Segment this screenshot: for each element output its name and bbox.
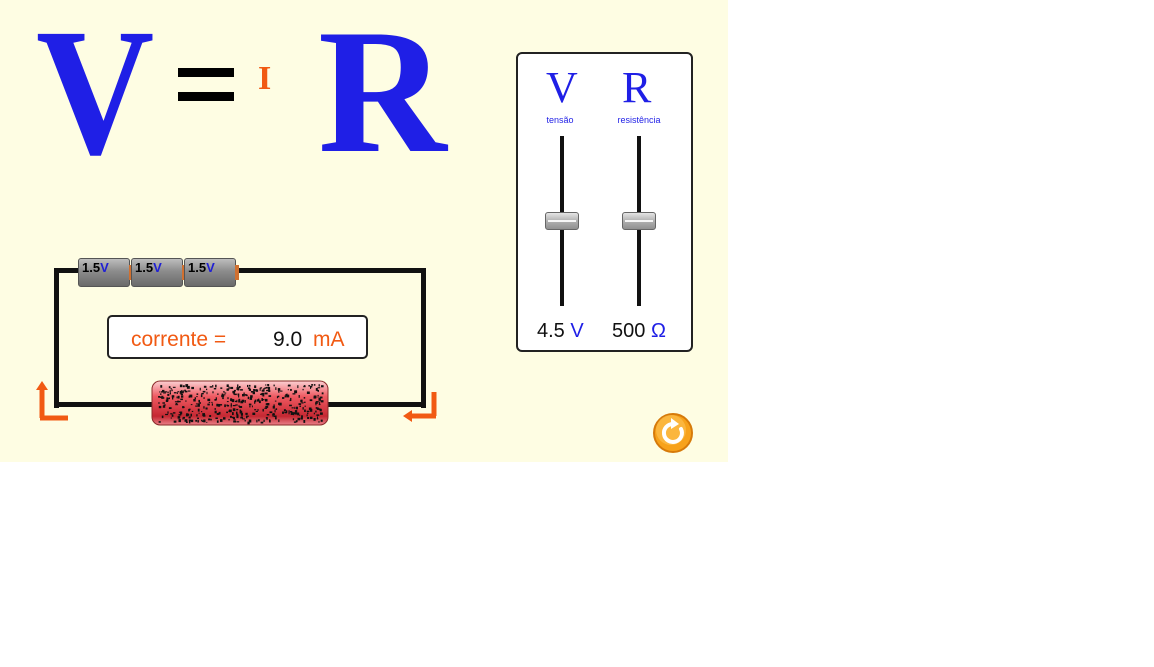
reset-button[interactable]	[652, 412, 694, 454]
resistance-slider-thumb[interactable]	[622, 212, 656, 230]
equation-equals	[178, 68, 234, 102]
wire-right	[421, 268, 426, 408]
control-panel: V tensão 4.5 V R resistência 500 Ω	[516, 52, 693, 352]
resistor	[151, 380, 329, 426]
voltage-caption: tensão	[546, 115, 574, 125]
equation-voltage: V	[36, 0, 155, 193]
voltage-value: 4.5 V	[537, 320, 584, 343]
voltage-unit: V	[570, 320, 584, 342]
resistance-number: 500	[612, 320, 646, 342]
battery-1: 1.5V	[78, 258, 133, 287]
current-label: corrente =	[131, 328, 227, 351]
resistance-value: 500 Ω	[612, 320, 666, 343]
resistance-unit: Ω	[650, 320, 666, 342]
current-arrow-right	[403, 392, 437, 422]
resistance-symbol: R	[622, 63, 652, 112]
battery-voltage-label: 1.5	[188, 260, 207, 275]
battery-3: 1.5V	[184, 258, 239, 287]
battery-unit-label: V	[206, 260, 215, 275]
battery-2: 1.5V	[131, 258, 186, 287]
equation-resistance: R	[318, 0, 447, 190]
equation-current: I	[258, 60, 272, 97]
voltage-slider-thumb[interactable]	[545, 212, 579, 230]
simulation-stage: V I R 1.5V 1.5V 1.5V corrente = 9.0 mA V…	[0, 0, 728, 462]
battery-voltage-label: 1.5	[82, 260, 101, 275]
battery-unit-label: V	[100, 260, 109, 275]
resistance-caption: resistência	[617, 115, 661, 125]
battery-terminal	[235, 265, 239, 280]
current-arrow-left	[36, 381, 68, 421]
current-readout: corrente = 9.0 mA	[107, 315, 368, 359]
voltage-symbol: V	[546, 63, 578, 112]
voltage-number: 4.5	[537, 320, 565, 342]
battery-voltage-label: 1.5	[135, 260, 154, 275]
current-value: 9.0	[273, 328, 303, 351]
battery-unit-label: V	[153, 260, 162, 275]
current-unit: mA	[313, 328, 345, 351]
